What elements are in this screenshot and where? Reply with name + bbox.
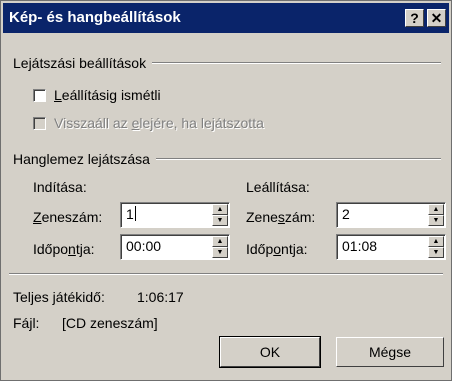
spin-up-icon[interactable]: ▲ bbox=[212, 204, 228, 215]
spin-up-icon[interactable]: ▲ bbox=[428, 204, 444, 215]
start-time-value[interactable]: 00:00 bbox=[126, 238, 161, 254]
spin-down-icon[interactable]: ▼ bbox=[212, 215, 228, 226]
spin-down-icon[interactable]: ▼ bbox=[428, 247, 444, 258]
section-separator bbox=[9, 273, 443, 275]
end-time-spinner[interactable]: 01:08 ▲ ▼ bbox=[336, 234, 446, 260]
start-time-label: Időpontja: bbox=[33, 241, 95, 257]
dialog-window: Kép- és hangbeállítások ? ✕ Lejátszási b… bbox=[0, 0, 452, 381]
spin-down-icon[interactable]: ▼ bbox=[428, 215, 444, 226]
total-time-label: Teljes játékidő: bbox=[13, 289, 105, 305]
end-time-label: Időpontja: bbox=[246, 241, 308, 257]
end-time-value[interactable]: 01:08 bbox=[342, 238, 377, 254]
cd-group-header: Hanglemez lejátszása bbox=[13, 151, 441, 167]
total-time-value: 1:06:17 bbox=[137, 289, 184, 305]
file-value: [CD zeneszám] bbox=[62, 315, 158, 331]
close-button[interactable]: ✕ bbox=[427, 9, 446, 27]
title-bar[interactable]: Kép- és hangbeállítások ? ✕ bbox=[3, 3, 449, 33]
end-heading: Leállítása: bbox=[246, 179, 310, 195]
spin-up-icon[interactable]: ▲ bbox=[212, 236, 228, 247]
help-button[interactable]: ? bbox=[405, 9, 424, 27]
playback-group-header: Lejátszási beállítások bbox=[13, 55, 441, 71]
loop-checkbox[interactable] bbox=[33, 88, 46, 102]
start-heading: Indítása: bbox=[33, 179, 87, 195]
spin-up-icon[interactable]: ▲ bbox=[428, 236, 444, 247]
rewind-checkbox-label: Visszaáll az elejére, ha lejátszotta bbox=[54, 115, 264, 131]
start-track-label: Zeneszám: bbox=[33, 209, 103, 225]
group-divider bbox=[152, 62, 441, 64]
file-label: Fájl: bbox=[13, 315, 40, 331]
start-time-spinner[interactable]: 00:00 ▲ ▼ bbox=[120, 234, 230, 260]
end-track-label: Zeneszám: bbox=[246, 209, 316, 225]
start-track-spinner[interactable]: 1 ▲ ▼ bbox=[120, 202, 230, 228]
loop-checkbox-row[interactable]: Leállításig ismétli bbox=[33, 87, 161, 103]
ok-button[interactable]: OK bbox=[219, 336, 321, 368]
group-divider bbox=[155, 158, 441, 160]
end-track-spinner[interactable]: 2 ▲ ▼ bbox=[336, 202, 446, 228]
dialog-title: Kép- és hangbeállítások bbox=[9, 9, 181, 26]
cd-group-label: Hanglemez lejátszása bbox=[13, 151, 150, 167]
spin-down-icon[interactable]: ▼ bbox=[212, 247, 228, 258]
rewind-checkbox bbox=[33, 116, 46, 130]
start-track-value[interactable]: 1 bbox=[126, 206, 136, 222]
rewind-checkbox-row: Visszaáll az elejére, ha lejátszotta bbox=[33, 115, 264, 131]
cancel-button[interactable]: Mégse bbox=[336, 337, 444, 367]
playback-group-label: Lejátszási beállítások bbox=[13, 55, 147, 71]
end-track-value[interactable]: 2 bbox=[342, 206, 350, 222]
loop-checkbox-label[interactable]: Leállításig ismétli bbox=[54, 87, 161, 103]
